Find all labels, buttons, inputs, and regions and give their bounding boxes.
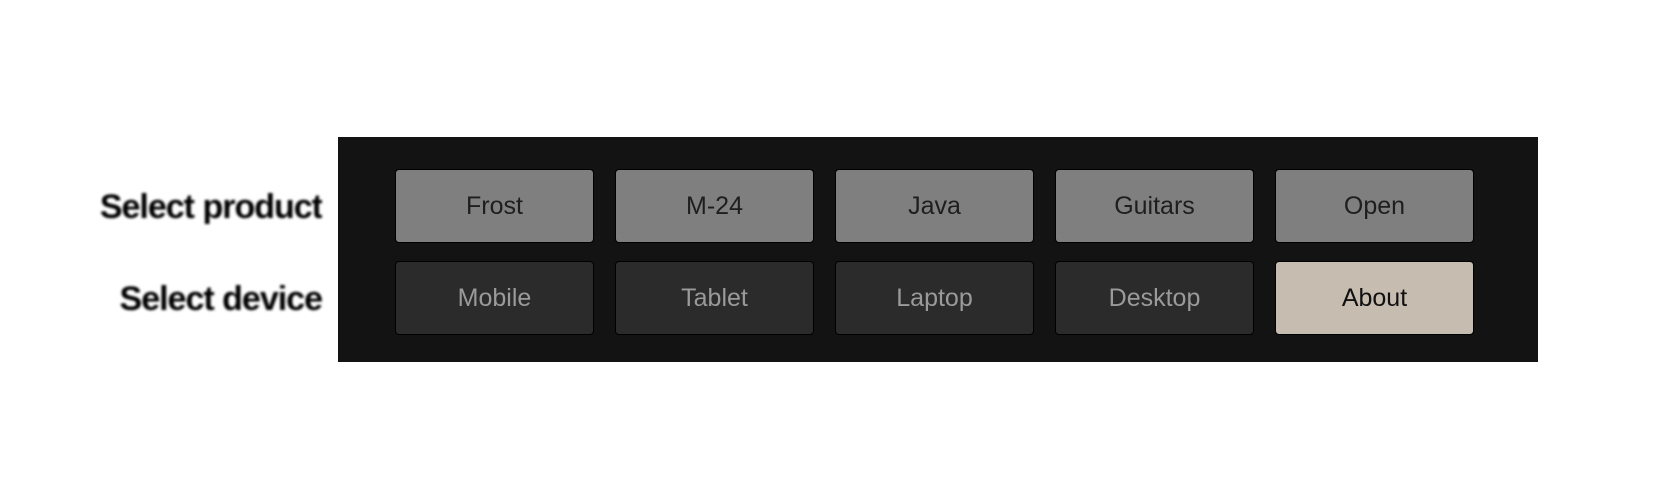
product-button-row: Frost M-24 Java Guitars Open [395,169,1474,243]
device-button-row: Mobile Tablet Laptop Desktop About [395,261,1474,335]
device-button-tablet[interactable]: Tablet [615,261,814,335]
product-button-frost[interactable]: Frost [395,169,594,243]
about-button[interactable]: About [1275,261,1474,335]
device-button-mobile[interactable]: Mobile [395,261,594,335]
device-row-label: Select device [119,282,322,316]
product-button-guitars[interactable]: Guitars [1055,169,1254,243]
device-button-desktop[interactable]: Desktop [1055,261,1254,335]
device-button-laptop[interactable]: Laptop [835,261,1034,335]
product-button-open[interactable]: Open [1275,169,1474,243]
selector-panel: Frost M-24 Java Guitars Open Mobile Tabl… [338,137,1538,362]
product-button-m24[interactable]: M-24 [615,169,814,243]
product-row-label: Select product [99,190,322,224]
stage: Select product Select device Frost M-24 … [0,0,1664,504]
product-button-java[interactable]: Java [835,169,1034,243]
